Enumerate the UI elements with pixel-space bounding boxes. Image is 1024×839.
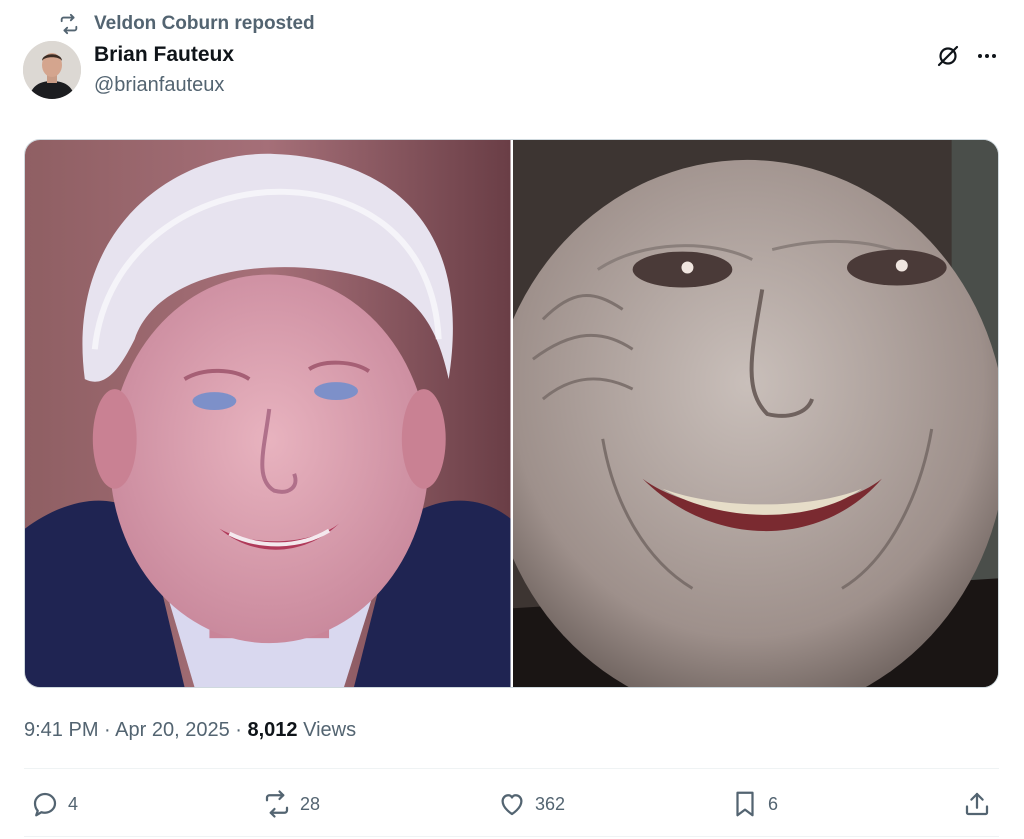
views-label: Views bbox=[303, 719, 357, 741]
grok-icon bbox=[936, 44, 960, 73]
repost-count: 28 bbox=[300, 793, 321, 814]
reply-icon bbox=[30, 789, 60, 819]
bookmark-count: 6 bbox=[768, 793, 779, 814]
share-icon bbox=[962, 789, 992, 819]
tweet-date[interactable]: Apr 20, 2025 bbox=[115, 719, 230, 741]
author-name[interactable]: Brian Fauteux bbox=[94, 42, 234, 68]
more-options-button[interactable] bbox=[972, 44, 1002, 72]
photo-left[interactable] bbox=[25, 140, 511, 687]
divider bbox=[24, 768, 999, 769]
tweet-meta: 9:41 PM · Apr 20, 2025 · 8,012 Views bbox=[24, 716, 356, 744]
like-button[interactable]: 362 bbox=[497, 786, 565, 822]
views-count: 8,012 bbox=[247, 719, 298, 741]
media-grid bbox=[24, 139, 999, 688]
repost-context[interactable]: Veldon Coburn reposted bbox=[58, 10, 315, 38]
divider bbox=[24, 836, 999, 837]
repost-icon bbox=[262, 789, 292, 819]
photo-right[interactable] bbox=[512, 140, 998, 687]
heart-icon bbox=[497, 789, 527, 819]
bookmark-icon bbox=[730, 789, 760, 819]
repost-button[interactable]: 28 bbox=[262, 786, 320, 822]
share-button[interactable] bbox=[962, 786, 992, 822]
author-handle[interactable]: @brianfauteux bbox=[94, 72, 224, 98]
meta-separator: · bbox=[229, 719, 248, 741]
more-options-icon bbox=[975, 44, 999, 73]
meta-separator: · bbox=[98, 719, 116, 741]
bookmark-button[interactable]: 6 bbox=[730, 786, 778, 822]
avatar[interactable] bbox=[23, 41, 81, 99]
repost-text: Veldon Coburn reposted bbox=[94, 13, 315, 34]
reply-count: 4 bbox=[68, 793, 79, 814]
like-count: 362 bbox=[535, 793, 566, 814]
reply-button[interactable]: 4 bbox=[30, 786, 78, 822]
repost-icon bbox=[58, 13, 80, 35]
tweet-time[interactable]: 9:41 PM bbox=[24, 719, 98, 741]
grok-button[interactable] bbox=[934, 44, 962, 72]
